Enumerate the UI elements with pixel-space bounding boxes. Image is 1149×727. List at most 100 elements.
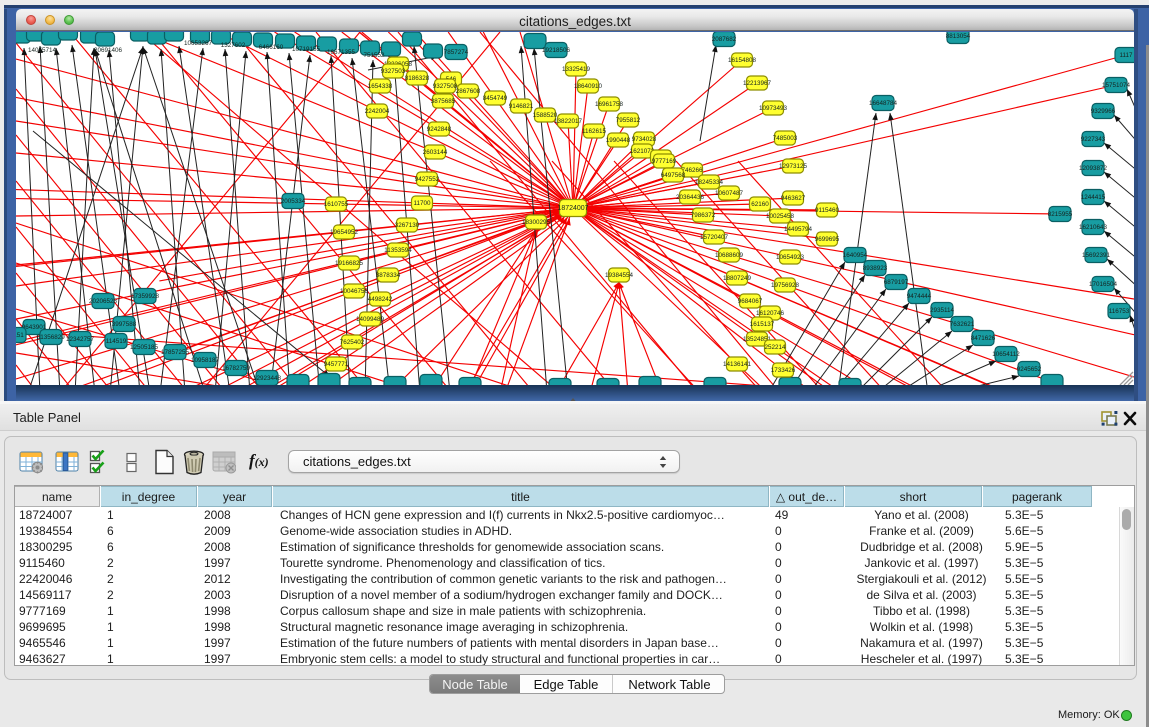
svg-text:13822017: 13822017 bbox=[554, 118, 583, 125]
svg-text:8215955: 8215955 bbox=[1048, 211, 1073, 218]
svg-text:6497568: 6497568 bbox=[661, 172, 686, 179]
svg-text:11356829: 11356829 bbox=[37, 334, 65, 341]
svg-text:252214: 252214 bbox=[764, 344, 786, 351]
svg-text:10654923: 10654923 bbox=[776, 254, 805, 261]
svg-text:9329966: 9329966 bbox=[1091, 108, 1116, 115]
svg-text:10719155: 10719155 bbox=[292, 46, 321, 53]
svg-text:17857255: 17857255 bbox=[161, 349, 190, 356]
svg-text:9227343: 9227343 bbox=[1081, 136, 1106, 143]
svg-text:6466160: 6466160 bbox=[259, 44, 284, 51]
svg-text:751552: 751552 bbox=[363, 52, 385, 59]
svg-text:1162615: 1162615 bbox=[582, 128, 607, 135]
svg-text:18300295: 18300295 bbox=[522, 219, 551, 226]
svg-text:18807249: 18807249 bbox=[723, 275, 752, 282]
svg-text:1990448: 1990448 bbox=[606, 137, 631, 144]
svg-text:1244415: 1244415 bbox=[1081, 194, 1106, 201]
svg-text:12342757: 12342757 bbox=[66, 336, 95, 343]
svg-text:3997588: 3997588 bbox=[112, 321, 137, 328]
svg-text:8471626: 8471626 bbox=[971, 335, 996, 342]
svg-text:8938923: 8938923 bbox=[863, 265, 888, 272]
svg-text:14136141: 14136141 bbox=[723, 361, 752, 368]
svg-text:114519: 114519 bbox=[106, 338, 127, 345]
svg-text:7986372: 7986372 bbox=[691, 212, 716, 219]
svg-text:20364436: 20364436 bbox=[676, 194, 705, 201]
svg-text:12093872: 12093872 bbox=[1079, 165, 1108, 172]
svg-text:14099489: 14099489 bbox=[356, 316, 385, 323]
svg-text:7955812: 7955812 bbox=[616, 117, 641, 124]
svg-text:17359928: 17359928 bbox=[131, 293, 160, 300]
svg-text:9457771: 9457771 bbox=[324, 361, 349, 368]
svg-text:62160: 62160 bbox=[751, 201, 769, 208]
svg-text:16782759: 16782759 bbox=[222, 365, 251, 372]
svg-text:2867608: 2867608 bbox=[456, 88, 481, 95]
svg-text:14495794: 14495794 bbox=[784, 226, 813, 233]
svg-text:12213967: 12213967 bbox=[743, 80, 772, 87]
svg-text:2087682: 2087682 bbox=[712, 36, 737, 43]
svg-text:2242004: 2242004 bbox=[365, 108, 390, 115]
svg-text:9115460: 9115460 bbox=[815, 207, 840, 214]
svg-text:2935114: 2935114 bbox=[930, 307, 955, 314]
svg-text:19756928: 19756928 bbox=[771, 282, 800, 289]
svg-text:6879197: 6879197 bbox=[884, 279, 909, 286]
svg-text:10046756: 10046756 bbox=[340, 288, 369, 295]
svg-text:19654952: 19654952 bbox=[330, 229, 359, 236]
svg-text:18640910: 18640910 bbox=[574, 83, 603, 90]
svg-text:12505185: 12505185 bbox=[130, 344, 159, 351]
svg-text:7625402: 7625402 bbox=[340, 339, 365, 346]
svg-text:1117: 1117 bbox=[1119, 52, 1133, 59]
svg-text:11353594: 11353594 bbox=[384, 247, 412, 254]
svg-text:15751074: 15751074 bbox=[1102, 82, 1131, 89]
svg-text:10973493: 10973493 bbox=[759, 105, 788, 112]
svg-text:9245652: 9245652 bbox=[1017, 366, 1042, 373]
svg-text:18724007: 18724007 bbox=[557, 205, 588, 212]
svg-text:1615137: 1615137 bbox=[750, 321, 775, 328]
svg-text:8454749: 8454749 bbox=[483, 95, 508, 102]
svg-text:16648784: 16648784 bbox=[869, 100, 898, 107]
svg-text:10958187: 10958187 bbox=[191, 357, 220, 364]
svg-text:7632621: 7632621 bbox=[950, 321, 975, 328]
svg-text:8186328: 8186328 bbox=[405, 75, 430, 82]
svg-text:19384554: 19384554 bbox=[605, 272, 634, 279]
svg-text:1733426: 1733426 bbox=[771, 367, 796, 374]
svg-text:3878334: 3878334 bbox=[376, 272, 401, 279]
svg-text:13325419: 13325419 bbox=[562, 66, 591, 73]
svg-text:2005334: 2005334 bbox=[281, 198, 306, 205]
svg-text:1610755: 1610755 bbox=[324, 201, 349, 208]
svg-text:3875685: 3875685 bbox=[431, 98, 456, 105]
svg-text:9734028: 9734028 bbox=[632, 136, 657, 143]
svg-text:16210643: 16210643 bbox=[1079, 224, 1108, 231]
svg-text:17016504: 17016504 bbox=[1089, 281, 1118, 288]
svg-text:10025458: 10025458 bbox=[766, 213, 795, 220]
svg-text:7857274: 7857274 bbox=[444, 49, 469, 56]
svg-text:16120746: 16120746 bbox=[756, 310, 785, 317]
svg-text:116753: 116753 bbox=[1109, 308, 1130, 315]
svg-text:9684067: 9684067 bbox=[738, 298, 763, 305]
svg-text:14055714: 14055714 bbox=[28, 47, 57, 54]
svg-text:4498242: 4498242 bbox=[368, 296, 393, 303]
svg-text:16671355: 16671355 bbox=[327, 49, 356, 56]
svg-text:15720407: 15720407 bbox=[700, 234, 729, 241]
svg-text:9474444: 9474444 bbox=[907, 293, 932, 300]
svg-text:9146821: 9146821 bbox=[509, 103, 534, 110]
svg-text:10654112: 10654112 bbox=[992, 351, 1020, 358]
svg-text:9463627: 9463627 bbox=[781, 195, 806, 202]
svg-text:12973125: 12973125 bbox=[779, 163, 808, 170]
svg-text:39151: 39151 bbox=[16, 332, 24, 339]
svg-text:9777169: 9777169 bbox=[652, 158, 677, 165]
svg-text:16961758: 16961758 bbox=[595, 101, 624, 108]
svg-text:10607487: 10607487 bbox=[715, 190, 744, 197]
svg-text:19218506: 19218506 bbox=[542, 47, 571, 54]
svg-text:1654338: 1654338 bbox=[368, 83, 393, 90]
svg-text:9427552: 9427552 bbox=[415, 176, 440, 183]
svg-text:9699695: 9699695 bbox=[815, 236, 840, 243]
svg-text:7485003: 7485003 bbox=[773, 135, 798, 142]
svg-text:9327508: 9327508 bbox=[433, 83, 458, 90]
svg-text:20691406: 20691406 bbox=[94, 47, 123, 54]
svg-text:10653267: 10653267 bbox=[184, 40, 213, 47]
svg-text:20206528: 20206528 bbox=[89, 298, 118, 305]
svg-text:19166825: 19166825 bbox=[335, 260, 364, 267]
svg-text:2603144: 2603144 bbox=[423, 149, 448, 156]
svg-text:11700: 11700 bbox=[413, 200, 431, 207]
svg-text:1640954: 1640954 bbox=[843, 252, 868, 259]
svg-text:12923448: 12923448 bbox=[253, 375, 282, 382]
